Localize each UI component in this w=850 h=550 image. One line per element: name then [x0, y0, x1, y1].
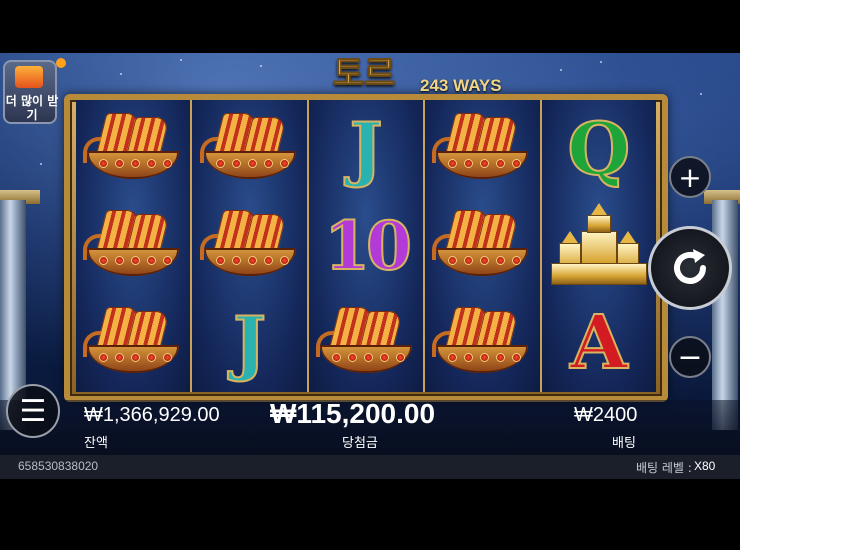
reel-cell: [78, 297, 188, 389]
viking-ship-symbol: [199, 206, 300, 286]
reel-cell: [195, 103, 305, 195]
reel-cell: J: [195, 297, 305, 389]
win-label: 당첨금: [342, 436, 378, 451]
symbol-j: J: [232, 301, 267, 385]
increase-bet-button[interactable]: +: [669, 156, 711, 198]
buy-more-label: 더 많이 받기: [5, 94, 59, 122]
bet-value: ₩2400: [574, 404, 638, 426]
slot-game: J J 10 Q A 토르 243 WAYS 더 많이 받기 + − ☰ ₩1,366,…: [0, 0, 740, 550]
decrease-bet-button[interactable]: −: [669, 336, 711, 378]
reel-4: [425, 100, 540, 392]
reel-cell: [195, 200, 305, 292]
notification-dot: [56, 58, 66, 68]
symbol-a: A: [569, 300, 628, 387]
win-value: ₩115,200.00: [270, 398, 436, 429]
bet-level-value: X80: [694, 459, 716, 473]
menu-button[interactable]: ☰: [6, 384, 60, 438]
reel-1: [76, 100, 191, 392]
reel-cell: 10: [311, 200, 421, 292]
buy-more-button[interactable]: 더 많이 받기: [3, 60, 59, 124]
reel-cell: [427, 200, 537, 292]
spin-icon: [674, 249, 706, 284]
balance-label: 잔액: [84, 436, 108, 451]
viking-ship-symbol: [83, 206, 183, 286]
reel-3: J 10: [308, 100, 424, 392]
reel-cell: J: [311, 103, 421, 195]
symbol-10: 10: [323, 206, 413, 285]
minus-icon: −: [677, 339, 703, 375]
spin-button[interactable]: [648, 226, 732, 310]
reel-cell: [311, 297, 421, 389]
reel-cell: [78, 200, 188, 292]
reels-grid: J J 10 Q A: [76, 100, 657, 392]
reel-5: QA: [541, 100, 657, 392]
bet-label: 배팅: [612, 436, 636, 451]
viking-ship-symbol: [432, 206, 532, 286]
reel-cell: Q: [544, 103, 654, 195]
balance-value: ₩1,366,929.00: [84, 404, 220, 426]
reel-cell: A: [544, 297, 654, 389]
session-id: 658530838020: [18, 459, 99, 473]
game-logo: 토르: [332, 54, 396, 95]
reel-cell: [427, 103, 537, 195]
viking-ship-symbol: [432, 303, 532, 383]
asgard-castle-symbol: [550, 202, 647, 289]
menu-icon: ☰: [19, 393, 47, 429]
viking-ship-symbol: [83, 303, 183, 383]
plus-icon: +: [678, 160, 702, 194]
reel-2: J: [192, 100, 307, 392]
gift-icon: [15, 66, 43, 88]
viking-ship-symbol: [432, 109, 532, 189]
symbol-q: Q: [566, 105, 631, 191]
viking-ship-symbol: [199, 109, 300, 189]
viking-ship-symbol: [316, 303, 416, 383]
viking-ship-symbol: [83, 109, 183, 189]
reel-cell: [78, 103, 188, 195]
symbol-j: J: [348, 106, 383, 190]
reel-cell: [427, 297, 537, 389]
bet-level-label: 배팅 레벨 :: [636, 461, 692, 475]
info-bar: [0, 455, 740, 479]
ways-badge: 243 WAYS: [420, 76, 502, 95]
reel-cell: [544, 200, 654, 292]
